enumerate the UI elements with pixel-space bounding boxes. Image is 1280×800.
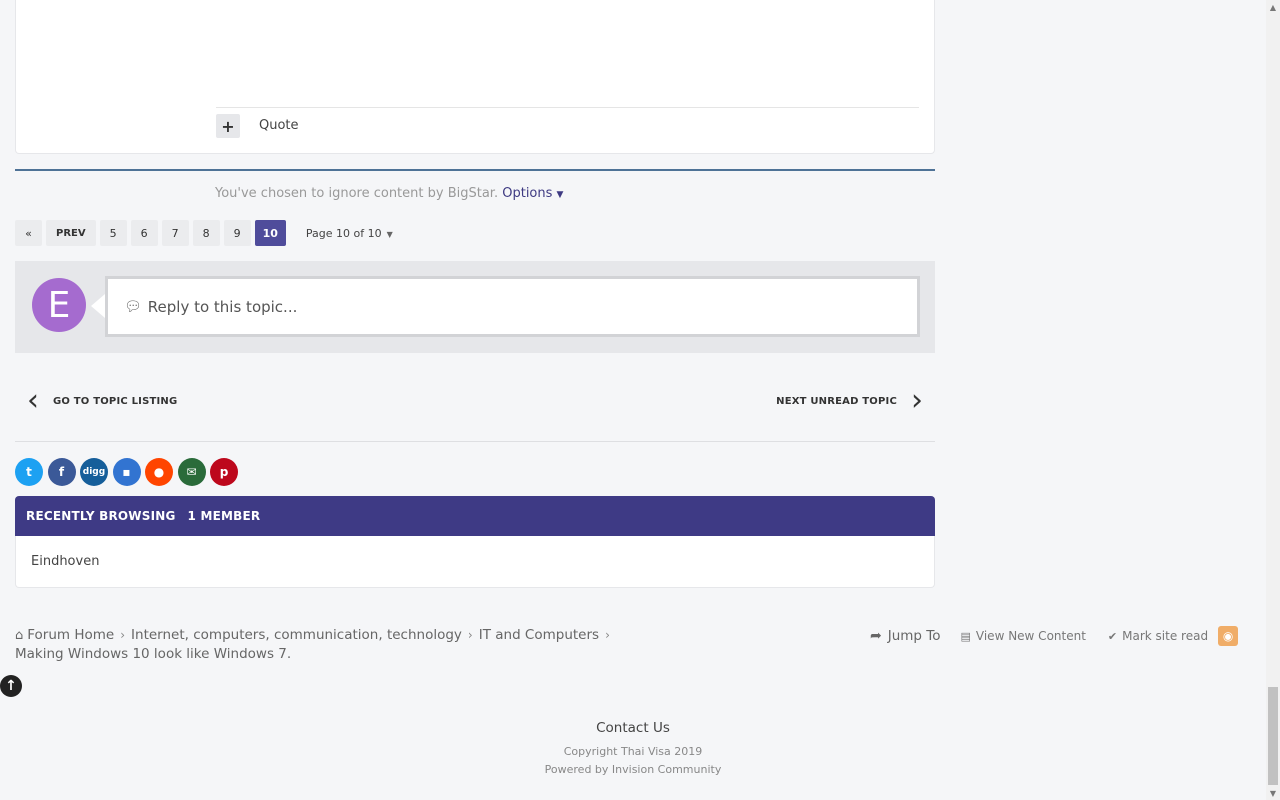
contact-us-link[interactable]: Contact Us [0, 720, 1266, 736]
home-icon: ⌂ [15, 628, 24, 643]
caret-down-icon: ▼ [556, 190, 564, 200]
scrollbar[interactable]: ▲ ▼ [1266, 0, 1280, 800]
chevron-right-icon: › [605, 628, 610, 642]
next-unread-topic-link[interactable]: NEXT UNREAD TOPIC › [776, 386, 923, 416]
next-unread-label: NEXT UNREAD TOPIC [776, 395, 897, 407]
chevron-right-icon: › [911, 383, 923, 418]
share-links: t f digg ▪ ● ✉ p [15, 458, 243, 486]
breadcrumb-it-computers[interactable]: IT and Computers [479, 627, 599, 643]
mark-site-read-link[interactable]: ✔ Mark site read [1108, 629, 1208, 643]
breadcrumb: ⌂ Forum Home › Internet, computers, communi… [15, 626, 655, 663]
share-arrow-icon: ➦ [870, 628, 882, 644]
page-6-button[interactable]: 6 [130, 220, 158, 246]
reply-placeholder: Reply to this topic... [147, 297, 298, 316]
prev-page-button[interactable]: PREV [46, 220, 96, 246]
multiquote-button[interactable]: + [216, 114, 240, 138]
reddit-icon[interactable]: ● [145, 458, 173, 486]
facebook-icon[interactable]: f [47, 458, 76, 486]
pagination: « PREV 5 6 7 8 9 10 Page 10 of 10 ▼ [15, 220, 393, 246]
chevron-right-icon: › [467, 628, 473, 642]
ignored-text: You've chosen to ignore content by BigSt… [215, 186, 499, 201]
post-card: + Quote [15, 0, 935, 154]
reply-input[interactable]: 💬︎ Reply to this topic... [105, 276, 920, 337]
breadcrumb-current-topic: Making Windows 10 look like Windows 7. [15, 646, 292, 662]
copyright-text: Copyright Thai Visa 2019 [563, 745, 703, 758]
post-divider [216, 107, 919, 108]
view-new-content-link[interactable]: ▤ View New Content [961, 629, 1086, 643]
member-link[interactable]: Eindhoven [31, 554, 99, 569]
reply-area: E 💬︎ Reply to this topic... [15, 261, 935, 353]
avatar[interactable]: E [32, 278, 86, 332]
recently-browsing-title: RECENTLY BROWSING [26, 509, 176, 523]
mark-read-label: Mark site read [1122, 629, 1209, 643]
caret-down-icon: ▼ [386, 229, 393, 239]
reply-pointer [91, 294, 105, 318]
powered-by-link[interactable]: Powered by Invision Community [0, 763, 1266, 776]
comment-icon: 💬︎ [124, 298, 142, 315]
email-icon[interactable]: ✉ [177, 458, 206, 486]
breadcrumb-forum-home[interactable]: Forum Home [27, 627, 114, 643]
sidebar-area [950, 0, 1266, 800]
jump-to-label: Jump To [887, 628, 941, 644]
go-to-topic-listing-link[interactable]: ‹ GO TO TOPIC LISTING [27, 386, 177, 416]
recently-browsing-header: RECENTLY BROWSING 1 MEMBER [15, 496, 935, 536]
pinterest-icon[interactable]: p [210, 458, 238, 486]
footer-links: ➦ Jump To ▤ View New Content ✔ Mark site… [870, 626, 1239, 646]
quote-button[interactable]: Quote [259, 118, 299, 133]
delicious-icon[interactable]: ▪ [112, 458, 141, 486]
scroll-up-icon[interactable]: ▲ [1266, 0, 1280, 14]
scroll-down-icon[interactable]: ▼ [1266, 786, 1280, 800]
member-count: 1 MEMBER [187, 509, 261, 523]
ignored-content-notice: You've chosen to ignore content by BigSt… [215, 186, 563, 201]
page-7-button[interactable]: 7 [161, 220, 189, 246]
page-9-button[interactable]: 9 [223, 220, 251, 246]
view-new-label: View New Content [975, 629, 1086, 643]
first-page-button[interactable]: « [15, 220, 42, 246]
twitter-icon[interactable]: t [15, 458, 43, 486]
page-8-button[interactable]: 8 [192, 220, 220, 246]
topic-navigation: ‹ GO TO TOPIC LISTING NEXT UNREAD TOPIC … [15, 380, 935, 422]
check-icon: ✔ [1107, 629, 1118, 643]
page-jump-dropdown[interactable]: Page 10 of 10 ▼ [306, 227, 393, 240]
newspaper-icon: ▤ [960, 629, 971, 643]
jump-to-button[interactable]: ➦ Jump To [870, 628, 941, 644]
chevron-left-icon: ‹ [27, 383, 39, 418]
rss-icon[interactable]: ◉ [1218, 626, 1239, 646]
section-divider [15, 441, 935, 442]
scrollbar-thumb[interactable] [1268, 687, 1278, 785]
recently-browsing-list: Eindhoven [15, 536, 935, 588]
page-5-button[interactable]: 5 [99, 220, 127, 246]
back-to-top-icon[interactable]: ↑ [0, 675, 22, 697]
chevron-right-icon: › [120, 628, 126, 642]
ignored-divider [15, 169, 935, 171]
page-info-label: Page 10 of 10 [305, 226, 382, 240]
topic-listing-label: GO TO TOPIC LISTING [53, 395, 178, 407]
page-10-button[interactable]: 10 [254, 220, 286, 246]
digg-icon[interactable]: digg [80, 458, 108, 486]
ignore-options-link[interactable]: Options ▼ [502, 186, 563, 201]
breadcrumb-internet-category[interactable]: Internet, computers, communication, tech… [131, 627, 462, 643]
